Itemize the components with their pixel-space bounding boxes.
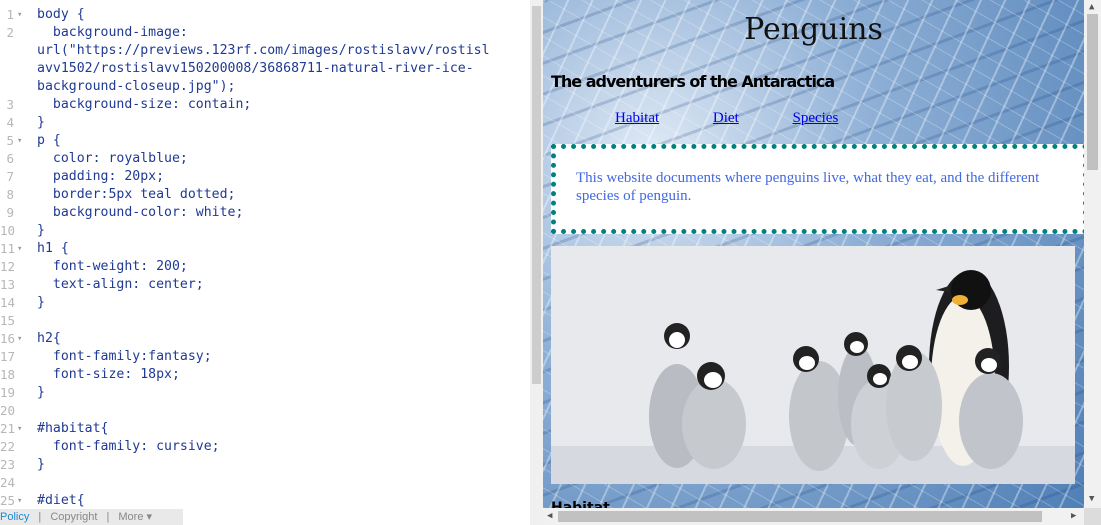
line-number: 15 <box>0 313 16 328</box>
preview-vertical-thumb[interactable] <box>1087 14 1098 170</box>
line-number: 18 <box>0 367 16 382</box>
code-text: #diet{ <box>37 493 85 508</box>
code-text: } <box>37 223 45 238</box>
penguin-photo <box>551 246 1075 484</box>
line-number: 24 <box>0 475 16 490</box>
code-text: } <box>37 457 45 472</box>
line-number: 1 <box>6 7 14 22</box>
line-number: 16 <box>0 331 16 346</box>
scrollbar-corner <box>1084 508 1101 525</box>
fold-toggle-icon[interactable]: ▾ <box>17 492 27 510</box>
code-text: background-color: white; <box>37 205 244 220</box>
editor-scroll-thumb[interactable] <box>532 6 541 384</box>
line-number: 6 <box>6 151 14 166</box>
code-editor[interactable]: 1 ▾ body {2 background-image: url("https://… <box>0 0 530 525</box>
code-text: padding: 20px; <box>37 169 165 184</box>
line-number: 9 <box>6 205 14 220</box>
code-text: font-family: cursive; <box>37 439 220 454</box>
intro-paragraph: This website documents where penguins li… <box>551 144 1084 234</box>
code-text: background-size: contain; <box>37 97 252 112</box>
preview-horizontal-scrollbar[interactable]: ◀ ▶ <box>543 508 1084 525</box>
line-number: 13 <box>0 277 16 292</box>
footer-sep-2: | <box>106 511 110 523</box>
fold-toggle-icon[interactable]: ▾ <box>17 240 27 258</box>
code-text: border:5px teal dotted; <box>37 187 236 202</box>
scroll-left-arrow-icon[interactable]: ◀ <box>547 511 552 521</box>
line-number: 5 <box>6 133 14 148</box>
line-number: 7 <box>6 169 14 184</box>
line-number: 4 <box>6 115 14 130</box>
code-text: font-family:fantasy; <box>37 349 212 364</box>
code-text: h1 { <box>37 241 69 256</box>
nav-link-species[interactable]: Species <box>792 110 838 126</box>
line-number: 2 <box>6 25 14 40</box>
habitat-heading: Habitat <box>551 500 610 508</box>
line-number: 21 <box>0 421 16 436</box>
nav-link-habitat[interactable]: Habitat <box>615 110 659 126</box>
preview-horizontal-thumb[interactable] <box>558 511 1042 522</box>
line-number: 11 <box>0 241 16 256</box>
line-number: 25 <box>0 493 16 508</box>
fold-toggle-icon[interactable]: ▾ <box>17 330 27 348</box>
page-title: Penguins <box>744 12 883 47</box>
editor-footer: Policy | Copyright | More ▾ <box>0 509 183 525</box>
code-text: } <box>37 295 45 310</box>
footer-sep-1: | <box>38 511 42 523</box>
line-number: 17 <box>0 349 16 364</box>
line-number: 10 <box>0 223 16 238</box>
line-number: 12 <box>0 259 16 274</box>
code-text: #habitat{ <box>37 421 109 436</box>
copyright-link[interactable]: Copyright <box>50 511 97 523</box>
code-text: } <box>37 385 45 400</box>
line-number: 23 <box>0 457 16 472</box>
fold-toggle-icon[interactable]: ▾ <box>17 132 27 150</box>
code-text: background-image: <box>37 25 188 40</box>
code-text: text-align: center; <box>37 277 204 292</box>
line-number: 14 <box>0 295 16 310</box>
editor-scrollbar[interactable] <box>530 0 543 525</box>
fold-toggle-icon[interactable]: ▾ <box>17 6 27 24</box>
preview-vertical-scrollbar[interactable]: ▲ ▼ <box>1084 0 1101 508</box>
nav-link-diet[interactable]: Diet <box>713 110 739 126</box>
line-number: 8 <box>6 187 14 202</box>
line-number: 3 <box>6 97 14 112</box>
scroll-up-arrow-icon[interactable]: ▲ <box>1089 2 1094 12</box>
penguin-photo-svg <box>551 246 1075 484</box>
code-text: avv1502/rostislavv150200008/36868711-nat… <box>37 61 474 76</box>
code-text: p { <box>37 133 61 148</box>
preview-pane[interactable]: Penguins The adventurers of the Antaract… <box>543 0 1084 508</box>
code-text: color: royalblue; <box>37 151 188 166</box>
code-text: h2{ <box>37 331 61 346</box>
fold-toggle-icon[interactable]: ▾ <box>17 420 27 438</box>
nav-links: Habitat Diet Species <box>615 110 888 127</box>
code-text: url("https://previews.123rf.com/images/r… <box>37 43 490 58</box>
line-number: 19 <box>0 385 16 400</box>
code-text: body { <box>37 7 85 22</box>
policy-link[interactable]: Policy <box>0 511 29 523</box>
page-subtitle: The adventurers of the Antaractica <box>551 72 835 91</box>
more-menu[interactable]: More ▾ <box>118 511 152 523</box>
line-number: 22 <box>0 439 16 454</box>
line-number: 20 <box>0 403 16 418</box>
code-text: } <box>37 115 45 130</box>
scroll-down-arrow-icon[interactable]: ▼ <box>1089 494 1094 504</box>
code-text: font-size: 18px; <box>37 367 180 382</box>
code-text: font-weight: 200; <box>37 259 188 274</box>
scroll-right-arrow-icon[interactable]: ▶ <box>1071 511 1076 521</box>
code-text: background-closeup.jpg"); <box>37 79 236 94</box>
